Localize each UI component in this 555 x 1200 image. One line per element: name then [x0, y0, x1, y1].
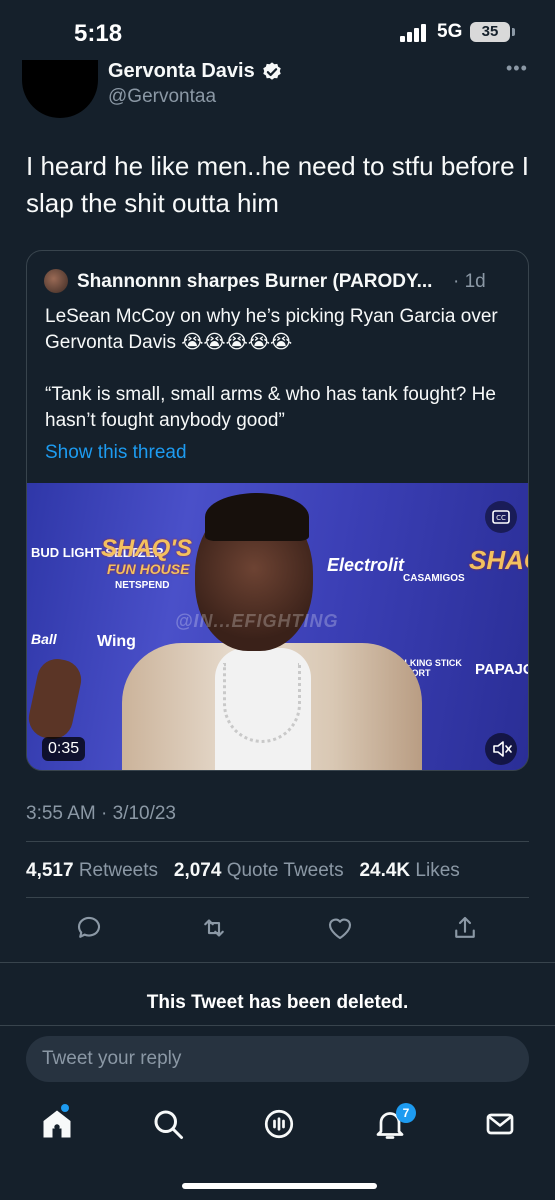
- quotes-stat[interactable]: 2,074 Quote Tweets: [174, 860, 344, 881]
- avatar[interactable]: [22, 60, 98, 118]
- quotes-label: Quote Tweets: [226, 860, 344, 881]
- reply-input[interactable]: [26, 1036, 529, 1082]
- crying-emoji-icons: 😭😭😭😭😭: [181, 332, 293, 353]
- quoted-author-name[interactable]: Shannonnn sharpes Burner (PARODY...: [77, 271, 432, 293]
- likes-stat[interactable]: 24.4K Likes: [359, 860, 459, 881]
- retweets-stat[interactable]: 4,517 Retweets: [26, 860, 158, 881]
- search-icon[interactable]: [150, 1106, 186, 1142]
- battery-icon: 35: [470, 22, 515, 42]
- sign-ball: Ball: [31, 631, 57, 647]
- svg-text:CC: CC: [496, 514, 506, 522]
- quoted-tweet[interactable]: Shannonnn sharpes Burner (PARODY... · 1d…: [26, 250, 529, 771]
- share-icon[interactable]: [450, 913, 480, 943]
- quotes-count: 2,074: [173, 860, 222, 881]
- sign-fun-house: FUN HOUSE: [107, 561, 190, 577]
- spaces-icon[interactable]: [261, 1106, 297, 1142]
- home-unread-dot: [61, 1104, 69, 1112]
- network-type: 5G: [437, 21, 463, 42]
- mute-icon[interactable]: [485, 733, 517, 765]
- author-name[interactable]: Gervonta Davis: [108, 60, 255, 83]
- tweet-text: I heard he like men..he need to stfu bef…: [26, 151, 529, 218]
- show-thread-link[interactable]: Show this thread: [45, 442, 187, 464]
- sign-shaqs-left: SHAQ'S: [101, 535, 193, 562]
- more-options-icon[interactable]: •••: [506, 58, 528, 79]
- reply-box[interactable]: [26, 1036, 529, 1082]
- quoted-text-line2: “Tank is small, small arms & who has tan…: [45, 384, 496, 431]
- sign-wing: Wing: [97, 633, 136, 650]
- likes-label: Likes: [415, 860, 460, 881]
- messages-icon[interactable]: [482, 1106, 518, 1142]
- status-bar: 5:18 5G 35: [0, 0, 555, 60]
- video-duration: 0:35: [42, 737, 86, 761]
- signal-icon: [400, 24, 430, 42]
- status-time: 5:18: [74, 20, 123, 47]
- video-watermark: @IN...EFIGHTING: [175, 611, 339, 631]
- deleted-tweet-notice: This Tweet has been deleted.: [146, 992, 409, 1013]
- person-chain: [223, 663, 301, 743]
- retweets-label: Retweets: [78, 860, 159, 881]
- quoted-avatar[interactable]: [44, 269, 68, 293]
- notifications-badge: 7: [396, 1103, 416, 1123]
- author-handle[interactable]: @Gervontaa: [108, 86, 216, 108]
- quoted-time: · 1d: [453, 271, 486, 292]
- sign-papa-john: PAPAJO: [475, 661, 529, 678]
- home-indicator[interactable]: [182, 1183, 377, 1189]
- reply-icon[interactable]: [74, 913, 104, 943]
- like-icon[interactable]: [325, 913, 355, 943]
- likes-count: 24.4K: [359, 860, 411, 881]
- tweet-stats: 4,517 Retweets 2,074 Quote Tweets 24.4K …: [26, 860, 460, 882]
- verified-badge-icon: [263, 62, 281, 80]
- divider: [26, 841, 529, 842]
- video-player[interactable]: BUD LIGHT SELTZER SHAQ'S FUN HOUSE NETSP…: [27, 483, 529, 770]
- home-icon[interactable]: [39, 1106, 75, 1142]
- person-hair: [205, 493, 309, 541]
- retweets-count: 4,517: [26, 860, 74, 881]
- sign-shaqs-right: SHAQ'S: [469, 545, 528, 575]
- sign-electrolit: Electrolit: [327, 555, 405, 575]
- tweet-timestamp: 3:55 AM · 3/10/23: [26, 803, 176, 824]
- sign-netspend: NETSPEND: [115, 580, 170, 591]
- retweet-icon[interactable]: [199, 913, 229, 943]
- quoted-text: LeSean McCoy on why he’s picking Ryan Ga…: [45, 304, 515, 460]
- sign-casamigos: CASAMIGOS: [403, 573, 465, 584]
- divider: [26, 897, 529, 898]
- captions-icon[interactable]: CC: [485, 501, 517, 533]
